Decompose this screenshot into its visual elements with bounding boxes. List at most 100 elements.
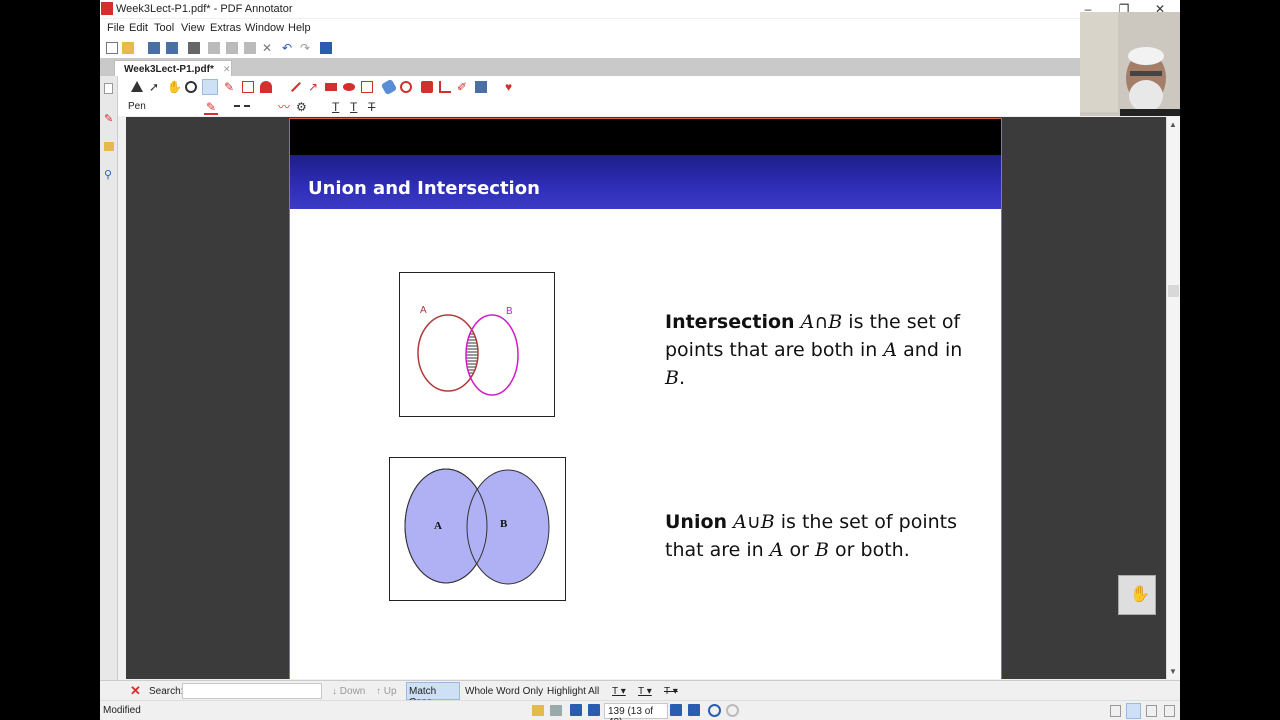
- ellipse-icon[interactable]: [343, 83, 355, 91]
- line-style-icon[interactable]: [234, 105, 250, 107]
- match-case-toggle[interactable]: Match Case: [406, 682, 460, 708]
- pen-color-icon[interactable]: ✎: [206, 101, 218, 113]
- back-history-icon[interactable]: [708, 704, 721, 717]
- menu-help[interactable]: Help: [288, 22, 311, 34]
- current-tool-label: Pen: [128, 101, 146, 112]
- squiggly-text-icon[interactable]: T: [350, 101, 362, 113]
- presenter-cap: [1128, 47, 1164, 65]
- intersection-text-1: is the set of: [848, 311, 961, 333]
- venn-top-label-a: A: [420, 305, 427, 316]
- app-icon: [101, 2, 113, 15]
- union-venn-svg: A B: [404, 468, 550, 585]
- open-folder-status-icon[interactable]: [532, 705, 544, 716]
- two-page-view-icon[interactable]: [1146, 705, 1157, 717]
- save-all-icon[interactable]: [166, 42, 178, 54]
- smooth-stroke-icon[interactable]: 〰: [278, 101, 290, 113]
- search-strikeout-icon[interactable]: T ▾: [664, 686, 678, 697]
- eraser-icon[interactable]: [380, 78, 398, 96]
- menu-file[interactable]: File: [107, 22, 125, 34]
- menu-edit[interactable]: Edit: [129, 22, 148, 34]
- crop-icon[interactable]: [439, 81, 451, 93]
- undo-icon[interactable]: ↶: [282, 42, 294, 54]
- copy-icon[interactable]: [226, 42, 238, 54]
- union-keyword: Union: [665, 511, 728, 533]
- search-underline-icon[interactable]: T ▾: [612, 686, 626, 697]
- scrollbar-thumb[interactable]: [1168, 285, 1179, 297]
- find-binoculars-icon[interactable]: [320, 42, 332, 54]
- hand-icon[interactable]: ✋: [167, 81, 182, 93]
- search-label: Search:: [149, 686, 184, 697]
- floating-tool-button[interactable]: ✋: [1118, 575, 1156, 615]
- attachments-icon[interactable]: ⚲: [104, 168, 112, 181]
- continuous-view-icon[interactable]: [1126, 703, 1141, 719]
- next-page-button[interactable]: [670, 704, 682, 716]
- previous-page-button[interactable]: [588, 704, 600, 716]
- underline-text-icon[interactable]: T: [332, 101, 344, 113]
- tab-week3lect-p1[interactable]: Week3Lect-P1.pdf* ✕: [114, 60, 232, 77]
- scroll-down-icon[interactable]: ▼: [1169, 667, 1177, 676]
- select-arrow-icon[interactable]: [131, 81, 143, 92]
- search-down-button[interactable]: ↓ Down: [332, 686, 365, 697]
- single-page-view-icon[interactable]: [1110, 705, 1121, 717]
- pen-color-swatch[interactable]: [204, 113, 218, 115]
- bookmarks-icon[interactable]: [104, 142, 114, 151]
- two-page-continuous-view-icon[interactable]: [1164, 705, 1175, 717]
- new-document-icon[interactable]: [106, 42, 118, 54]
- favorites-heart-icon[interactable]: ♥: [505, 81, 517, 93]
- first-page-button[interactable]: [570, 704, 582, 716]
- zoom-icon[interactable]: [185, 81, 197, 93]
- scroll-up-icon[interactable]: ▲: [1169, 120, 1177, 129]
- annotations-panel-icon[interactable]: ✎: [104, 112, 113, 125]
- pen-pressure-icon[interactable]: ⚙: [296, 101, 308, 113]
- highlighter-icon[interactable]: ✐: [457, 81, 469, 93]
- last-page-button[interactable]: [688, 704, 700, 716]
- title-bar: Week3Lect-P1.pdf* - PDF Annotator – ❐ ✕: [100, 0, 1180, 18]
- close-search-icon[interactable]: ✕: [130, 683, 141, 699]
- intersection-keyword: Intersection: [665, 311, 795, 333]
- status-text: Modified: [103, 705, 141, 716]
- pages-status-icon[interactable]: [550, 705, 562, 716]
- stamp-icon[interactable]: [260, 81, 272, 93]
- measure-icon[interactable]: [361, 81, 373, 93]
- forward-history-icon[interactable]: [726, 704, 739, 717]
- redo-icon[interactable]: ↷: [300, 42, 312, 54]
- cut-icon[interactable]: [208, 42, 220, 54]
- menu-view[interactable]: View: [181, 22, 205, 34]
- arrow-icon[interactable]: ↗: [308, 81, 320, 93]
- highlight-all-toggle[interactable]: Highlight All: [547, 686, 599, 697]
- tab-close-icon[interactable]: ✕: [223, 64, 231, 75]
- search-squiggly-icon[interactable]: T ▾: [638, 686, 652, 697]
- marker-icon[interactable]: ✎: [224, 81, 236, 93]
- delete-icon[interactable]: ✕: [262, 42, 274, 54]
- vertical-scrollbar[interactable]: ▲ ▼: [1166, 117, 1180, 679]
- camera-icon[interactable]: [421, 81, 433, 93]
- save-icon[interactable]: [148, 42, 160, 54]
- open-folder-icon[interactable]: [122, 42, 134, 54]
- paste-icon[interactable]: [244, 42, 256, 54]
- file-toolbar: ✕ ↶ ↷: [100, 38, 1080, 58]
- slide-title: Union and Intersection: [308, 178, 540, 199]
- union-text-1: is the set of points: [780, 511, 957, 533]
- menu-window[interactable]: Window: [245, 22, 284, 34]
- union-set-b: B: [760, 511, 775, 533]
- menu-extras[interactable]: Extras: [210, 22, 241, 34]
- print-icon[interactable]: [188, 42, 200, 54]
- search-up-button[interactable]: ↑ Up: [376, 686, 397, 697]
- lasso-icon[interactable]: [400, 81, 412, 93]
- page-number-field[interactable]: 139 (13 of 42): [604, 703, 668, 720]
- union-operator: ∪: [746, 511, 761, 533]
- rectangle-icon[interactable]: [325, 83, 337, 91]
- textbox-icon[interactable]: [242, 81, 254, 93]
- text-select-icon[interactable]: ➚: [149, 81, 161, 93]
- page-thumbnail-icon[interactable]: [104, 83, 113, 94]
- intersection-text-2: points that are both in: [665, 339, 878, 361]
- pen-tool-icon[interactable]: [202, 79, 218, 95]
- search-input[interactable]: [182, 683, 322, 699]
- whole-word-toggle[interactable]: Whole Word Only: [465, 686, 543, 697]
- menu-tool[interactable]: Tool: [154, 22, 174, 34]
- union-var-b: B: [815, 539, 829, 561]
- strikeout-text-icon[interactable]: T: [368, 101, 380, 113]
- line-icon[interactable]: [291, 82, 301, 92]
- union-line-1: Union A∪B is the set of points: [665, 508, 985, 536]
- insert-image-icon[interactable]: [475, 81, 487, 93]
